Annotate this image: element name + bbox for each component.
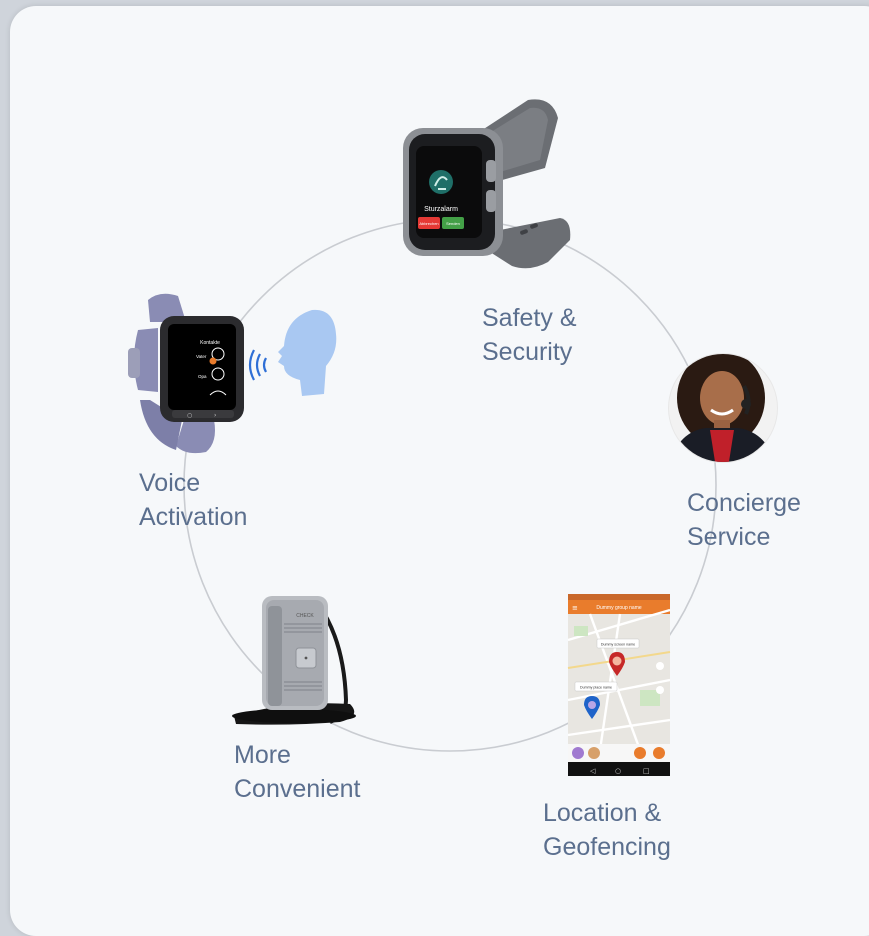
svg-text:≡: ≡	[572, 604, 578, 612]
svg-text:◁: ◁	[590, 767, 596, 775]
feature-label-location: Location & Geofencing	[543, 799, 671, 861]
svg-text:○: ○	[187, 412, 192, 419]
send-button: Senden	[446, 221, 460, 226]
feature-diagram: Sturzalarm Abbrechen Senden ○ › Kontakte…	[128, 99, 778, 776]
alert-title: Sturzalarm	[424, 206, 458, 213]
user-label: Dummy screen name	[601, 643, 635, 647]
contact-name: Vater	[196, 354, 207, 359]
feature-label-safety: Safety & Security	[482, 304, 577, 366]
speaking-head-icon	[248, 309, 337, 396]
feature-label-convenient: More Convenient	[234, 741, 361, 803]
feature-label-concierge: Concierge Service	[687, 489, 801, 551]
cancel-button: Abbrechen	[419, 221, 438, 226]
map-app-phone-icon: ≡ Dummy group name Dummy screen name Dum…	[567, 594, 671, 776]
contact-name: Opa	[198, 374, 207, 379]
place-label: Dummy place name	[580, 686, 612, 690]
svg-text:›: ›	[214, 412, 216, 419]
svg-text:□: □	[643, 767, 650, 775]
smartwatch-grey-icon: Sturzalarm Abbrechen Senden	[403, 99, 571, 269]
smartwatch-purple-icon: ○ › Kontakte Vater Opa	[128, 293, 244, 454]
pendant-brand: CHECK	[296, 613, 314, 619]
concierge-agent-avatar	[668, 353, 778, 463]
feature-label-voice: Voice Activation	[139, 469, 248, 531]
app-title: Dummy group name	[596, 605, 642, 611]
contacts-header: Kontakte	[200, 340, 220, 346]
svg-text:○: ○	[615, 767, 621, 775]
